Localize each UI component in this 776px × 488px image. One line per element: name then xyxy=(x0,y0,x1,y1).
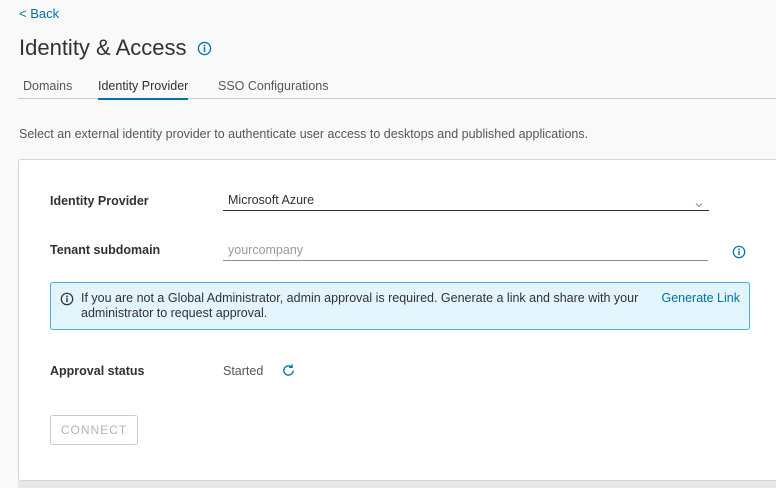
connect-button[interactable]: CONNECT xyxy=(50,415,138,445)
alert-message: If you are not a Global Administrator, a… xyxy=(81,291,639,320)
approval-status-value: Started xyxy=(223,364,264,378)
refresh-icon[interactable] xyxy=(281,363,296,378)
page-title: Identity & Access xyxy=(19,35,212,61)
back-link[interactable]: < Back xyxy=(19,6,59,21)
identity-provider-card: Identity Provider Microsoft Azure Tenant… xyxy=(18,159,776,481)
page-description: Select an external identity provider to … xyxy=(19,127,589,141)
page-title-text: Identity & Access xyxy=(19,35,187,60)
tenant-subdomain-label: Tenant subdomain xyxy=(50,243,161,257)
info-circle-icon[interactable] xyxy=(197,41,212,56)
approval-status-label: Approval status xyxy=(50,364,145,378)
tenant-subdomain-input[interactable] xyxy=(223,239,708,261)
chevron-down-icon xyxy=(694,196,704,208)
tab-bar: Domains Identity Provider SSO Configurat… xyxy=(18,77,776,100)
tab-domains[interactable]: Domains xyxy=(23,79,72,98)
identity-provider-label: Identity Provider xyxy=(50,194,149,208)
info-alert: If you are not a Global Administrator, a… xyxy=(50,282,750,330)
generate-link-button[interactable]: Generate Link xyxy=(661,291,740,305)
info-circle-icon[interactable] xyxy=(732,245,746,259)
info-circle-icon xyxy=(60,292,74,306)
tab-identity-provider[interactable]: Identity Provider xyxy=(98,79,189,100)
card-bottom-divider xyxy=(18,481,776,488)
identity-provider-selected-value: Microsoft Azure xyxy=(228,193,315,207)
tab-sso-configurations[interactable]: SSO Configurations xyxy=(218,79,328,98)
identity-provider-select[interactable]: Microsoft Azure xyxy=(223,189,709,211)
